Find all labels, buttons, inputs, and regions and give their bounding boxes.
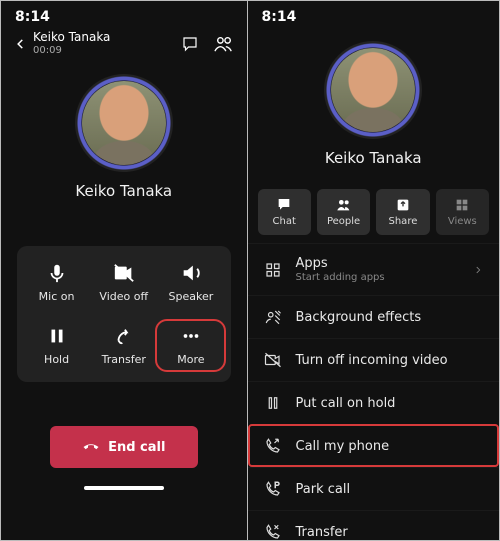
chat-button[interactable]: Chat (258, 189, 311, 235)
menu-item-label: Call my phone (296, 439, 390, 454)
chat-filled-icon (276, 197, 292, 213)
speaker-label: Speaker (169, 290, 214, 303)
quick-actions-row: Chat People Share Views (248, 189, 500, 235)
people-button[interactable]: People (317, 189, 370, 235)
hold-label: Hold (44, 353, 69, 366)
views-button[interactable]: Views (436, 189, 489, 235)
chat-icon[interactable] (181, 35, 199, 53)
avatar-ring (75, 74, 173, 172)
hold-icon (264, 394, 282, 412)
menu-item-label: Put call on hold (296, 396, 396, 411)
views-label: Views (448, 216, 477, 227)
status-time: 8:14 (15, 9, 50, 25)
menu-item-sublabel: Start adding apps (296, 272, 385, 283)
apps-icon (264, 261, 282, 279)
mic-label: Mic on (39, 290, 75, 303)
views-icon (454, 197, 470, 213)
callmy-icon (264, 437, 282, 455)
status-time: 8:14 (262, 9, 297, 25)
novideo-icon (264, 351, 282, 369)
share-button[interactable]: Share (376, 189, 429, 235)
menu-item-label: Background effects (296, 310, 422, 325)
share-label: Share (389, 216, 418, 227)
avatar (82, 81, 166, 165)
status-bar: 8:14 (248, 1, 500, 31)
share-icon (395, 197, 411, 213)
header-caller-name: Keiko Tanaka (33, 31, 110, 45)
hangup-icon (82, 438, 100, 456)
more-button[interactable]: More (157, 321, 224, 370)
transfer-icon (264, 523, 282, 540)
avatar (331, 48, 415, 132)
menu-item-park[interactable]: Park call (248, 467, 500, 510)
more-label: More (177, 353, 204, 366)
home-indicator (84, 486, 164, 490)
people-label: People (327, 216, 360, 227)
status-bar: 8:14 (1, 1, 247, 31)
hold-icon (46, 325, 68, 347)
menu-item-label: Turn off incoming video (296, 353, 448, 368)
more-icon (180, 325, 202, 347)
hold-button[interactable]: Hold (23, 325, 90, 366)
video-off-icon (113, 262, 135, 284)
transfer-button[interactable]: Transfer (90, 325, 157, 366)
people-icon[interactable] (213, 35, 235, 53)
back-icon[interactable] (13, 37, 27, 51)
menu-item-bgfx[interactable]: Background effects (248, 295, 500, 338)
video-label: Video off (99, 290, 148, 303)
menu-item-label: Park call (296, 482, 351, 497)
caller-name: Keiko Tanaka (75, 182, 172, 200)
menu-item-label: Apps (296, 256, 328, 271)
bgfx-icon (264, 308, 282, 326)
more-menu-list: AppsStart adding apps Background effects T… (248, 243, 500, 540)
avatar-ring (324, 41, 422, 139)
mic-on-button[interactable]: Mic on (23, 262, 90, 303)
chat-label: Chat (273, 216, 296, 227)
transfer-icon (113, 325, 135, 347)
speaker-button[interactable]: Speaker (157, 262, 224, 303)
call-primary-screen: 8:14 Keiko Tanaka 00:09 Keiko Tanaka M (1, 1, 248, 540)
speaker-icon (180, 262, 202, 284)
call-more-menu-screen: 8:14 Keiko Tanaka Chat People Share View… (248, 1, 500, 540)
end-call-button[interactable]: End call (50, 426, 198, 468)
menu-item-apps[interactable]: AppsStart adding apps (248, 243, 500, 295)
header-call-duration: 00:09 (33, 45, 110, 57)
caller-name: Keiko Tanaka (325, 149, 422, 167)
call-actions-panel: Mic on Video off Speaker Hold Transfer M… (17, 246, 231, 382)
mic-icon (46, 262, 68, 284)
transfer-label: Transfer (102, 353, 146, 366)
menu-item-label: Transfer (296, 525, 348, 540)
people-filled-icon (336, 197, 352, 213)
menu-item-callmy[interactable]: Call my phone (248, 424, 500, 467)
call-header: Keiko Tanaka 00:09 (1, 31, 247, 64)
menu-item-transfer[interactable]: Transfer (248, 510, 500, 540)
chevron-right-icon (473, 265, 483, 275)
park-icon (264, 480, 282, 498)
video-off-button[interactable]: Video off (90, 262, 157, 303)
end-call-label: End call (108, 440, 165, 455)
menu-item-hold[interactable]: Put call on hold (248, 381, 500, 424)
menu-item-novideo[interactable]: Turn off incoming video (248, 338, 500, 381)
